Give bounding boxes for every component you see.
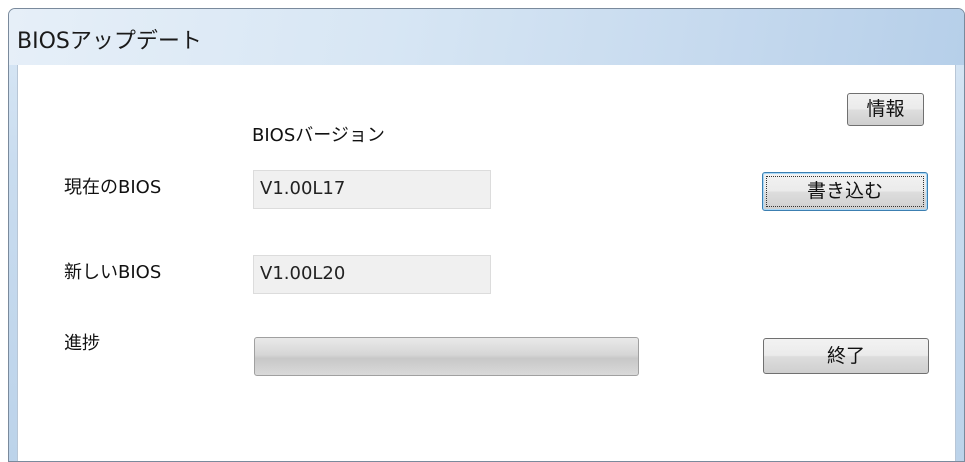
bios-update-window: BIOSアップデート BIOSバージョン 情報 現在のBIOS V1.00L17… — [8, 8, 965, 462]
write-button-label: 書き込む — [806, 180, 883, 202]
window-title: BIOSアップデート — [17, 29, 202, 54]
current-bios-field: V1.00L17 — [253, 170, 491, 209]
exit-button[interactable]: 終了 — [763, 338, 929, 374]
progress-label: 進捗 — [64, 333, 100, 354]
dialog-body: BIOSバージョン 情報 現在のBIOS V1.00L17 書き込む 新しいBI… — [17, 65, 956, 461]
exit-button-label: 終了 — [826, 345, 865, 367]
new-bios-label: 新しいBIOS — [64, 262, 162, 283]
progress-bar — [254, 337, 639, 376]
new-bios-field: V1.00L20 — [253, 255, 491, 294]
info-button[interactable]: 情報 — [847, 93, 924, 126]
current-bios-label: 現在のBIOS — [64, 177, 162, 198]
write-button[interactable]: 書き込む — [762, 172, 928, 211]
bios-version-header: BIOSバージョン — [252, 125, 385, 146]
title-bar[interactable]: BIOSアップデート — [9, 9, 964, 65]
info-button-label: 情報 — [866, 98, 905, 120]
